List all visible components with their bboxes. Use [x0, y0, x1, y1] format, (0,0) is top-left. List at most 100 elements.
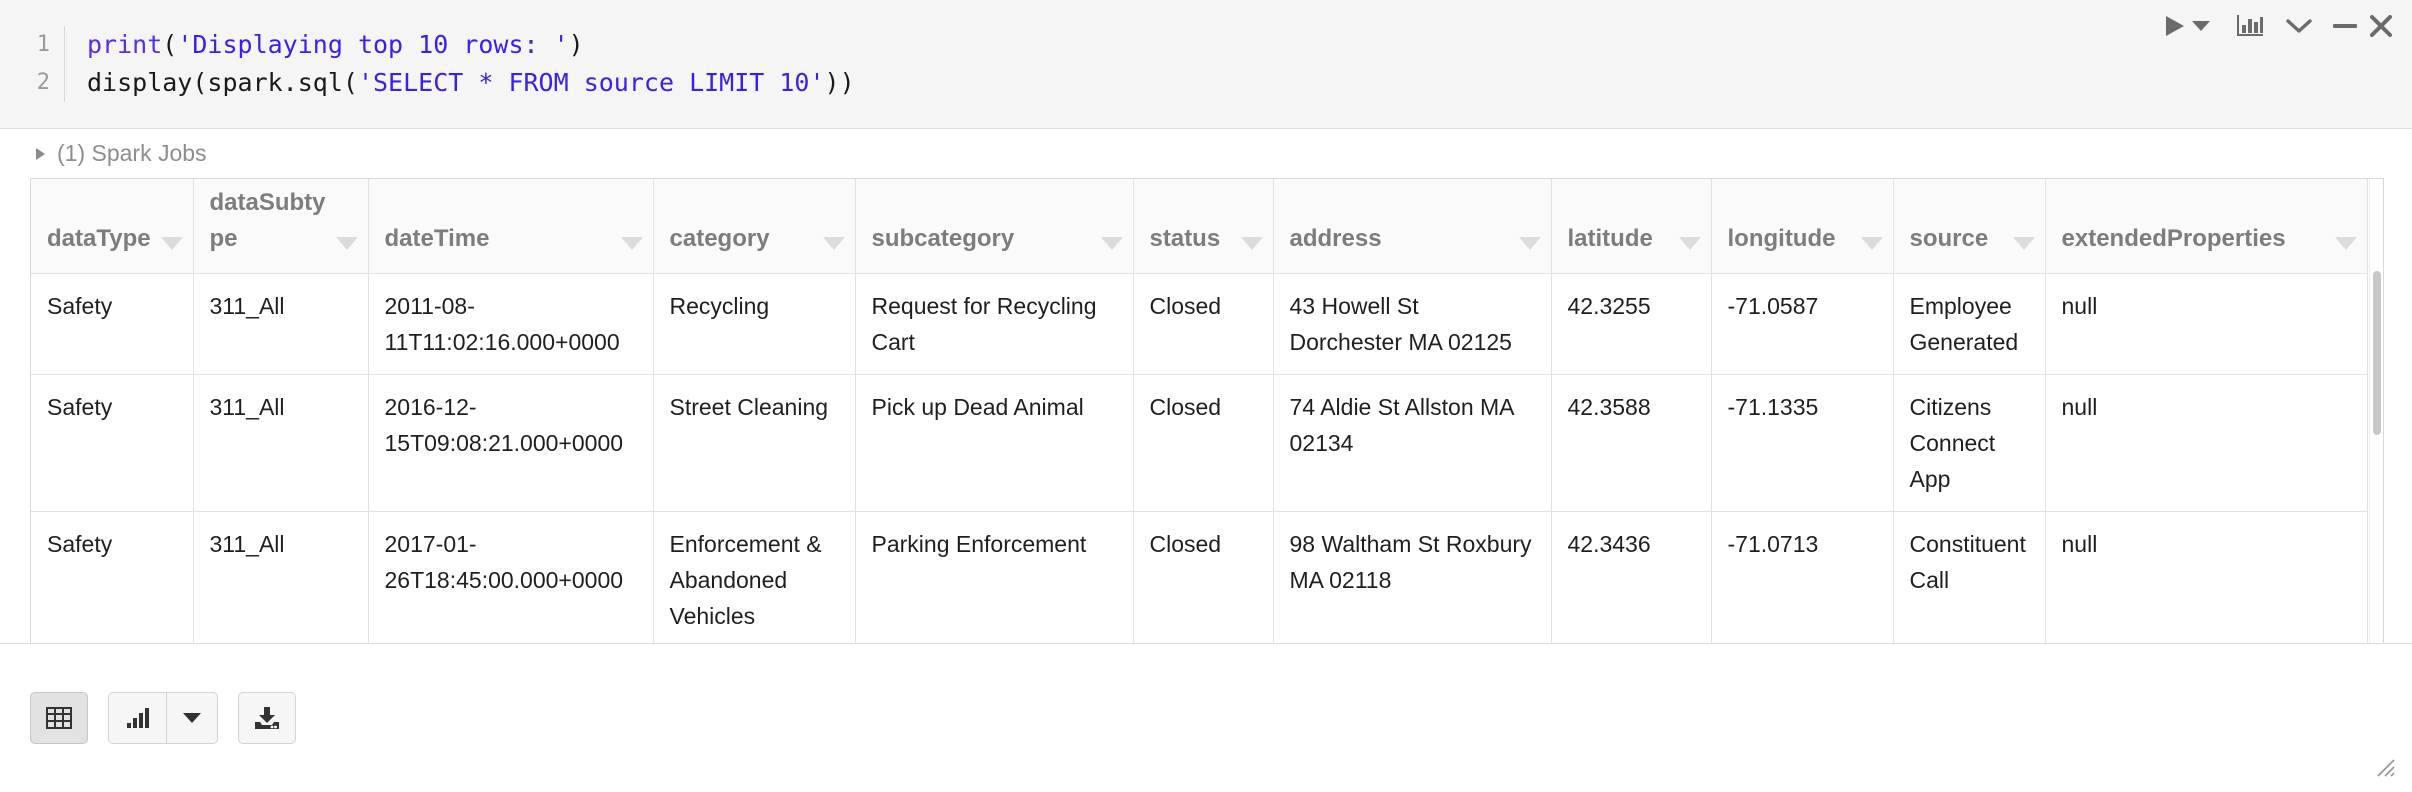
code-token: 'Displaying top 10 rows: ' — [177, 30, 568, 59]
column-menu-caret-icon[interactable] — [1241, 237, 1263, 250]
column-header-dateTime[interactable]: dateTime — [368, 179, 653, 274]
cell-status[interactable]: Closed — [1133, 274, 1273, 375]
column-header-address[interactable]: address — [1273, 179, 1551, 274]
cell-source[interactable]: Constituent Call — [1893, 512, 2045, 644]
column-header-extendedProperties[interactable]: extendedProperties — [2045, 179, 2367, 274]
column-menu-caret-icon[interactable] — [336, 237, 358, 250]
cell-toolbar — [2162, 8, 2398, 44]
column-header-label: dataType — [47, 221, 151, 257]
cell-dateTime[interactable]: 2011-08-11T11:02:16.000+0000 — [368, 274, 653, 375]
results-toolbar — [0, 643, 2412, 792]
results-grid[interactable]: dataType dataSubtype dateTime categorysubca… — [30, 178, 2384, 643]
cell-latitude[interactable]: 42.3588 — [1551, 375, 1711, 512]
expand-triangle-icon[interactable] — [36, 148, 45, 160]
cell-dataType[interactable]: Safety — [31, 274, 193, 375]
column-header-label: source — [1910, 221, 1989, 257]
close-icon[interactable] — [2364, 8, 2398, 44]
cell-source[interactable]: Citizens Connect App — [1893, 375, 2045, 512]
cell-subcategory[interactable]: Pick up Dead Animal — [855, 375, 1133, 512]
cell-dataSubtype[interactable]: 311_All — [193, 274, 368, 375]
column-menu-caret-icon[interactable] — [161, 237, 183, 250]
download-button[interactable] — [238, 692, 296, 744]
run-cell-button[interactable] — [2162, 8, 2188, 44]
cell-address[interactable]: 98 Waltham St Roxbury MA 02118 — [1273, 512, 1551, 644]
cell-status[interactable]: Closed — [1133, 375, 1273, 512]
table-body: Safety311_All2011-08-11T11:02:16.000+000… — [31, 274, 2367, 644]
cell-subcategory[interactable]: Request for Recycling Cart — [855, 274, 1133, 375]
cell-dateTime[interactable]: 2017-01-26T18:45:00.000+0000 — [368, 512, 653, 644]
cell-dataSubtype[interactable]: 311_All — [193, 375, 368, 512]
cell-longitude[interactable]: -71.0713 — [1711, 512, 1893, 644]
table-icon — [46, 707, 72, 729]
column-header-label: address — [1290, 221, 1382, 257]
cell-extendedProperties[interactable]: null — [2045, 274, 2367, 375]
chart-options-caret[interactable] — [166, 692, 218, 744]
cell-dateTime[interactable]: 2016-12-15T09:08:21.000+0000 — [368, 375, 653, 512]
table-view-button[interactable] — [30, 692, 88, 744]
column-header-longitude[interactable]: longitude — [1711, 179, 1893, 274]
cell-extendedProperties[interactable]: null — [2045, 375, 2367, 512]
cell-category[interactable]: Recycling — [653, 274, 855, 375]
cell-dataSubtype[interactable]: 311_All — [193, 512, 368, 644]
spark-jobs-label: (1) Spark Jobs — [57, 140, 207, 167]
cell-dataType[interactable]: Safety — [31, 375, 193, 512]
resize-grip-icon[interactable] — [2374, 756, 2396, 778]
bar-chart-icon — [125, 707, 151, 729]
code-token: ) — [569, 30, 584, 59]
column-menu-caret-icon[interactable] — [2013, 237, 2035, 250]
cell-dataType[interactable]: Safety — [31, 512, 193, 644]
cell-category[interactable]: Street Cleaning — [653, 375, 855, 512]
chart-view-button[interactable] — [108, 692, 166, 744]
cell-longitude[interactable]: -71.1335 — [1711, 375, 1893, 512]
cell-longitude[interactable]: -71.0587 — [1711, 274, 1893, 375]
header-row: dataType dataSubtype dateTime categorysubca… — [31, 179, 2367, 274]
chart-view-group — [108, 692, 218, 744]
column-menu-caret-icon[interactable] — [1679, 237, 1701, 250]
column-header-dataType[interactable]: dataType — [31, 179, 193, 274]
table-row[interactable]: Safety311_All2017-01-26T18:45:00.000+000… — [31, 512, 2367, 644]
column-header-label: longitude — [1728, 221, 1836, 257]
cell-latitude[interactable]: 42.3255 — [1551, 274, 1711, 375]
column-header-label: latitude — [1568, 221, 1653, 257]
column-header-label: dateTime — [385, 221, 490, 257]
cell-address[interactable]: 74 Aldie St Allston MA 02134 — [1273, 375, 1551, 512]
column-header-status[interactable]: status — [1133, 179, 1273, 274]
code-token: ( — [162, 30, 177, 59]
code-editor[interactable]: 1print('Displaying top 10 rows: ')2displ… — [0, 0, 2412, 129]
code-text: print('Displaying top 10 rows: ') — [64, 26, 584, 64]
spark-jobs-toggle[interactable]: (1) Spark Jobs — [0, 129, 2412, 178]
code-token: 'SELECT * FROM source LIMIT 10' — [358, 68, 825, 97]
table-row[interactable]: Safety311_All2011-08-11T11:02:16.000+000… — [31, 274, 2367, 375]
run-menu-caret-icon[interactable] — [2188, 8, 2214, 44]
bar-chart-icon[interactable] — [2230, 8, 2270, 44]
cell-source[interactable]: Employee Generated — [1893, 274, 2045, 375]
column-menu-caret-icon[interactable] — [823, 237, 845, 250]
chevron-down-icon — [183, 713, 201, 724]
column-header-label: status — [1150, 221, 1221, 257]
table-row[interactable]: Safety311_All2016-12-15T09:08:21.000+000… — [31, 375, 2367, 512]
column-header-label: dataSubtype — [210, 185, 330, 257]
cell-latitude[interactable]: 42.3436 — [1551, 512, 1711, 644]
code-line[interactable]: 2display(spark.sql('SELECT * FROM source… — [30, 64, 2412, 102]
column-menu-caret-icon[interactable] — [1101, 237, 1123, 250]
cell-status[interactable]: Closed — [1133, 512, 1273, 644]
cell-subcategory[interactable]: Parking Enforcement — [855, 512, 1133, 644]
column-header-subcategory[interactable]: subcategory — [855, 179, 1133, 274]
column-menu-caret-icon[interactable] — [2335, 237, 2357, 250]
column-menu-caret-icon[interactable] — [1519, 237, 1541, 250]
cell-address[interactable]: 43 Howell St Dorchester MA 02125 — [1273, 274, 1551, 375]
column-menu-caret-icon[interactable] — [1861, 237, 1883, 250]
cell-extendedProperties[interactable]: null — [2045, 512, 2367, 644]
grid-vertical-scrollbar[interactable] — [2369, 179, 2383, 643]
column-header-source[interactable]: source — [1893, 179, 2045, 274]
minimize-icon[interactable] — [2326, 8, 2364, 44]
table-header: dataType dataSubtype dateTime categorysubca… — [31, 179, 2367, 274]
column-menu-caret-icon[interactable] — [621, 237, 643, 250]
grid-scroll-thumb[interactable] — [2373, 271, 2381, 435]
column-header-latitude[interactable]: latitude — [1551, 179, 1711, 274]
code-line[interactable]: 1print('Displaying top 10 rows: ') — [30, 26, 2412, 64]
column-header-dataSubtype[interactable]: dataSubtype — [193, 179, 368, 274]
cell-category[interactable]: Enforcement & Abandoned Vehicles — [653, 512, 855, 644]
chevron-down-icon[interactable] — [2280, 8, 2318, 44]
column-header-category[interactable]: category — [653, 179, 855, 274]
